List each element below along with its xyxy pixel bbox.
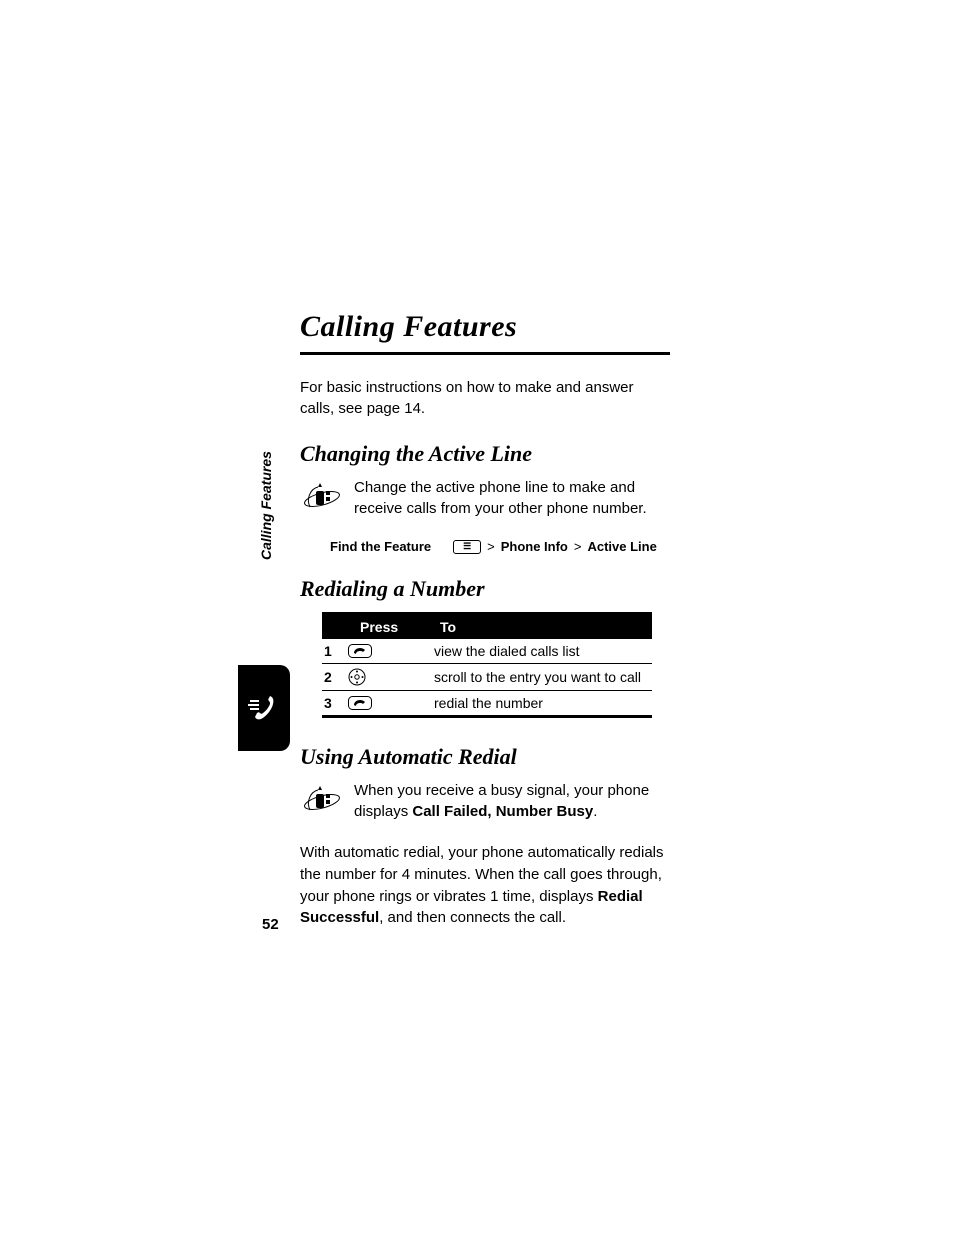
title-rule bbox=[300, 352, 670, 355]
network-feature-icon bbox=[300, 780, 344, 824]
send-key-icon bbox=[348, 696, 434, 710]
row-num: 3 bbox=[322, 695, 348, 711]
send-key-icon bbox=[348, 644, 434, 658]
redial-table: Press To 1 view the dialed calls list 2 … bbox=[322, 612, 652, 718]
path-phone-info: Phone Info bbox=[501, 539, 568, 554]
content-area: Calling Features For basic instructions … bbox=[300, 310, 670, 939]
table-row: 2 scroll to the entry you want to call bbox=[322, 664, 652, 691]
row-desc: redial the number bbox=[434, 695, 652, 711]
th-to: To bbox=[434, 615, 652, 639]
th-press: Press bbox=[354, 615, 434, 639]
row-num: 2 bbox=[322, 669, 348, 685]
page: Calling Features Calling Features For ba… bbox=[0, 0, 954, 1235]
row-desc: view the dialed calls list bbox=[434, 643, 652, 659]
menu-key-icon: ☰ bbox=[453, 540, 481, 554]
find-feature-label: Find the Feature bbox=[330, 539, 431, 554]
auto-line2: With automatic redial, your phone automa… bbox=[300, 842, 670, 929]
chapter-title: Calling Features bbox=[300, 310, 670, 344]
table-row: 1 view the dialed calls list bbox=[322, 639, 652, 664]
find-the-feature: Find the Feature ☰ > Phone Info > Active… bbox=[330, 539, 670, 554]
row-desc: scroll to the entry you want to call bbox=[434, 669, 652, 685]
auto-line1-c: . bbox=[593, 803, 597, 820]
auto-line1: When you receive a busy signal, your pho… bbox=[354, 780, 670, 822]
auto-block: When you receive a busy signal, your pho… bbox=[300, 780, 670, 824]
section-title-auto: Using Automatic Redial bbox=[300, 744, 670, 770]
chapter-tab bbox=[238, 665, 290, 751]
find-feature-path: ☰ > Phone Info > Active Line bbox=[453, 539, 657, 554]
changing-body: Change the active phone line to make and… bbox=[354, 477, 670, 519]
nav-key-icon bbox=[348, 668, 434, 686]
changing-block: Change the active phone line to make and… bbox=[300, 477, 670, 521]
path-active-line: Active Line bbox=[587, 539, 656, 554]
page-number: 52 bbox=[262, 916, 279, 933]
auto-line1-b: Call Failed, Number Busy bbox=[412, 803, 593, 820]
auto-line2-c: , and then connects the call. bbox=[379, 909, 566, 926]
section-title-changing: Changing the Active Line bbox=[300, 441, 670, 467]
table-header: Press To bbox=[322, 615, 652, 639]
path-sep: > bbox=[487, 539, 495, 554]
network-feature-icon bbox=[300, 477, 344, 521]
row-num: 1 bbox=[322, 643, 348, 659]
section-title-redial: Redialing a Number bbox=[300, 576, 670, 602]
phone-tab-icon bbox=[246, 690, 282, 726]
running-head: Calling Features bbox=[258, 451, 274, 560]
intro-text: For basic instructions on how to make an… bbox=[300, 377, 670, 419]
table-row: 3 redial the number bbox=[322, 691, 652, 718]
path-sep: > bbox=[574, 539, 582, 554]
